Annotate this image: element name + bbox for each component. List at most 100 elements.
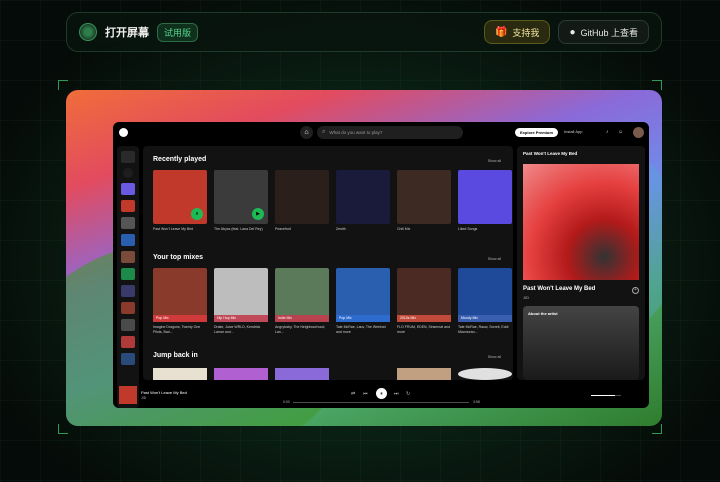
about-artist-card[interactable]: About the artist [523,306,639,380]
support-label: 支持我 [512,27,540,38]
recent-card[interactable]: Zenith [336,170,390,237]
sidebar-item[interactable] [121,302,135,314]
next-icon[interactable]: ⏭ [394,391,399,397]
add-icon[interactable]: + [632,287,639,294]
section-title-jump: Jump back in [153,352,198,359]
play-pause-button[interactable]: ⏸ [376,388,387,399]
section-title-recent: Recently played [153,156,207,163]
sidebar-item[interactable] [121,217,135,229]
spotify-logo-icon [119,127,128,137]
card-caption: Angrybaby, The Neighbourhood, Lan... [275,325,326,334]
recent-card[interactable]: Peacefruit [275,170,329,237]
card-caption: FLO FRUM, EDEN, Sinsemat and more [397,325,450,334]
bell-icon[interactable]: ♪ [606,129,609,135]
about-artist-label: About the artist [528,311,558,316]
recent-card[interactable]: ⏸ Past Won't Leave My Bed [153,170,207,237]
show-all-link[interactable]: Show all [488,159,501,163]
recent-card[interactable]: Chill Mix [397,170,451,237]
card-caption: Chill Mix [397,227,411,231]
app-logo-icon [79,23,97,41]
album-art [523,164,639,280]
player-album-art[interactable] [119,386,137,404]
avatar[interactable] [633,127,644,138]
frame-corner [652,424,662,434]
repeat-icon[interactable]: ↻ [406,391,410,397]
github-label: GitHub 上查看 [580,27,638,38]
card-caption: The Abyss (feat. Lana Del Rey) [214,227,263,231]
mix-cards: Pop Mix Imagine Dragons, Twenty One Pilot… [153,268,512,335]
card-art: ▶ [214,170,268,224]
mix-tag: Indie Mix [275,315,329,322]
show-all-link[interactable]: Show all [488,257,501,261]
sidebar-item[interactable] [121,319,135,331]
mix-card[interactable]: Hip Hop Mix Drake, Juice WRLD, Kendrick L… [214,268,268,335]
recent-cards: ⏸ Past Won't Leave My Bed ▶ The Abyss (feat… [153,170,512,237]
support-button[interactable]: 🎁 支持我 [483,20,551,44]
show-all-link[interactable]: Show all [488,355,501,359]
mix-card[interactable]: Pop Mix Imagine Dragons, Twenty One Pilot… [153,268,207,335]
card-art[interactable] [458,368,512,380]
mix-tag: Pop Mix [153,315,207,322]
mix-card[interactable]: 2010s Mix FLO FRUM, EDEN, Sinsemat and mo… [397,268,451,335]
mix-card[interactable]: Moody Mix Tate McRae, Rauw, Sorrell, Eddi… [458,268,512,335]
card-caption: Past Won't Leave My Bed [153,227,194,231]
mix-tag: Moody Mix [458,315,512,322]
pause-icon[interactable]: ⏸ [191,208,203,220]
card-art[interactable] [336,368,390,380]
card-art: Hip Hop Mix [214,268,268,322]
sidebar-item[interactable] [121,251,135,263]
play-icon[interactable]: ▶ [252,208,264,220]
card-art[interactable] [214,368,268,380]
player-artist[interactable]: JID [141,396,146,400]
explore-premium-button[interactable]: Explore Premium [515,128,558,137]
install-app-link[interactable]: Install App [564,129,582,134]
mix-card[interactable]: Pop Mix Tate McRae, Lauv, The Weeknd and … [336,268,390,335]
sidebar-item[interactable] [121,268,135,280]
card-art[interactable] [275,368,329,380]
home-button[interactable]: ⌂ [300,126,313,139]
shuffle-icon[interactable]: ⇄ [351,391,355,397]
previous-icon[interactable]: ⏮ [363,391,368,397]
card-caption: Liked Songs [458,227,478,231]
sidebar-item[interactable] [121,200,135,212]
add-icon[interactable] [123,168,133,178]
panel-artist[interactable]: JID [523,295,529,300]
card-art: Moody Mix [458,268,512,322]
card-art [458,170,512,224]
library-sidebar [117,146,139,408]
sidebar-item[interactable] [121,183,135,195]
frame-corner [652,80,662,90]
friends-icon[interactable]: ☺ [618,129,623,135]
card-art: ⏸ [153,170,207,224]
recent-card[interactable]: Liked Songs [458,170,512,237]
mix-card[interactable]: Indie Mix Angrybaby, The Neighbourhood, L… [275,268,329,335]
sidebar-item[interactable] [121,336,135,348]
frame-corner [58,80,68,90]
volume-fill [591,395,615,396]
player-song[interactable]: Past Won't Leave My Bed [141,390,187,395]
panel-title: Past Won't Leave My Bed [523,151,578,156]
card-art: Indie Mix [275,268,329,322]
trial-badge: 试用版 [157,22,199,42]
card-art [397,170,451,224]
main-content: Recently played Show all ⏸ Past Won't Lea… [143,146,513,380]
search-input[interactable]: ⌕ What do you want to play? [317,126,463,139]
progress-bar[interactable] [293,402,469,403]
recent-card[interactable]: ▶ The Abyss (feat. Lana Del Rey) [214,170,268,237]
spotify-window: ⌂ ⌕ What do you want to play? Explore Pr… [113,122,649,408]
sidebar-item[interactable] [121,353,135,365]
mix-tag: 2010s Mix [397,315,451,322]
github-icon: ● [569,26,576,38]
card-art[interactable] [397,368,451,380]
card-art [336,170,390,224]
sidebar-item[interactable] [121,285,135,297]
mix-tag: Pop Mix [336,315,390,322]
panel-song-title[interactable]: Past Won't Leave My Bed [523,286,595,292]
now-playing-panel: Past Won't Leave My Bed Past Won't Leave… [517,146,645,380]
card-art[interactable] [153,368,207,380]
sidebar-item[interactable] [121,234,135,246]
brand-name: 打开屏幕 [105,27,149,39]
github-button[interactable]: ● GitHub 上查看 [558,20,649,44]
library-icon[interactable] [121,151,135,163]
section-title-mixes: Your top mixes [153,254,204,261]
